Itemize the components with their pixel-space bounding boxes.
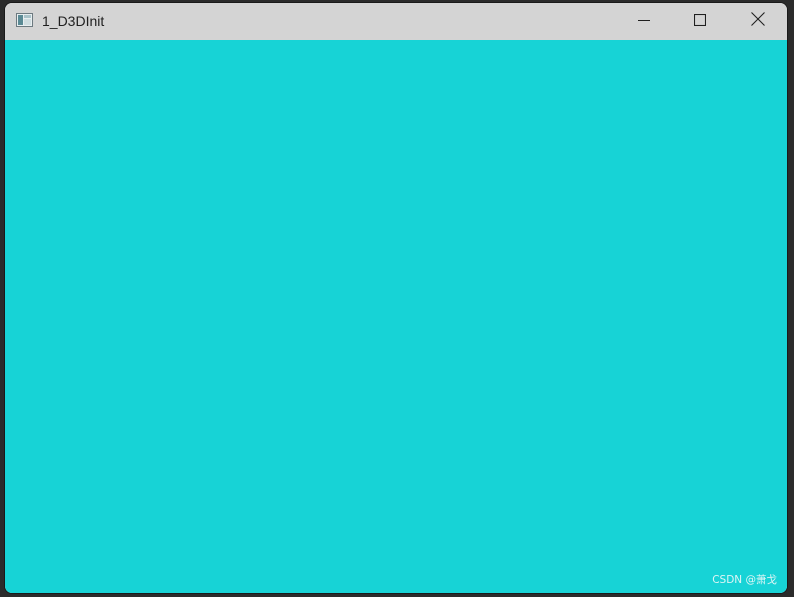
- maximize-button[interactable]: [672, 3, 728, 40]
- render-client-area[interactable]: CSDN @萧戈: [5, 40, 787, 593]
- close-button[interactable]: [728, 3, 787, 40]
- app-window: 1_D3DInit CSDN @萧戈: [5, 3, 787, 593]
- minimize-icon: [638, 13, 650, 31]
- close-icon: [750, 12, 765, 31]
- window-title: 1_D3DInit: [42, 13, 105, 29]
- title-bar[interactable]: 1_D3DInit: [5, 3, 787, 40]
- maximize-icon: [693, 13, 707, 31]
- watermark-text: CSDN @萧戈: [712, 574, 777, 586]
- app-window-icon: [16, 13, 33, 27]
- minimize-button[interactable]: [616, 3, 672, 40]
